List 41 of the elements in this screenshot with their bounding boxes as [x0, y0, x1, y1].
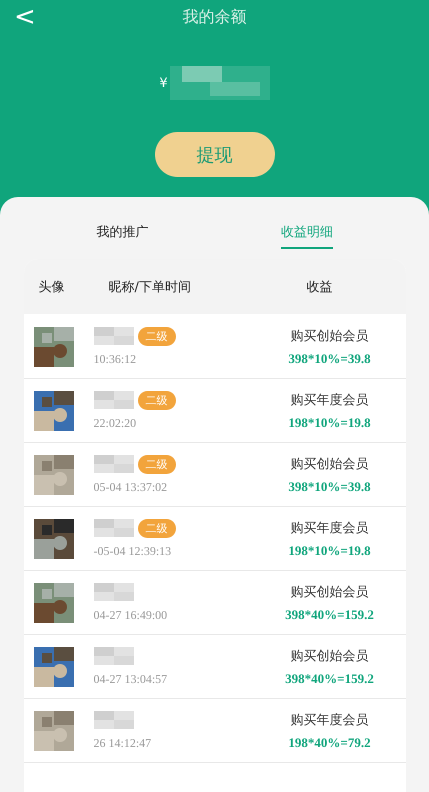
- earning-amount: 398*10%=39.8: [288, 350, 371, 366]
- pixelated-name: [94, 519, 134, 537]
- tab[interactable]: 收益明细: [280, 223, 333, 249]
- column-header: 昵称/下单时间: [108, 278, 192, 296]
- pixelated-name: [94, 583, 134, 601]
- purchase-type: 购买年度会员: [290, 392, 368, 408]
- order-time: 26 14:12:47: [94, 736, 152, 751]
- earning-amount: 398*10%=39.8: [288, 478, 371, 494]
- order-time: 10:36:12: [94, 352, 138, 367]
- purchase-type: 购买创始会员: [290, 456, 368, 472]
- order-time: 04-27 16:49:00: [94, 608, 168, 623]
- purchase-type: 购买年度会员: [290, 520, 368, 536]
- pixelated-name: [94, 647, 134, 665]
- currency-symbol: ¥: [159, 76, 168, 90]
- earning-amount: 198*40%=79.2: [288, 734, 371, 750]
- level-badge: 二级: [138, 518, 176, 538]
- level-badge: 二级: [138, 454, 176, 474]
- order-time: 05-04 13:37:02: [94, 480, 168, 495]
- back-button[interactable]: <: [10, 2, 40, 32]
- earning-amount: 398*40%=159.2: [285, 670, 374, 686]
- purchase-type: 购买创始会员: [290, 328, 368, 344]
- pixelated-name: [94, 391, 134, 409]
- tab[interactable]: 我的推广: [96, 223, 148, 249]
- pixelated-name: [94, 455, 134, 473]
- purchase-type: 购买创始会员: [290, 584, 368, 600]
- withdraw-button[interactable]: 提现: [154, 132, 274, 177]
- pixelated-name: [94, 327, 134, 345]
- column-header: 头像: [38, 278, 66, 296]
- purchase-type: 购买创始会员: [290, 648, 368, 664]
- level-badge: 二级: [138, 390, 176, 410]
- pixelated-name: [94, 711, 134, 729]
- level-badge: 二级: [138, 326, 176, 346]
- page-title: 我的余额: [182, 6, 246, 28]
- earning-amount: 198*10%=19.8: [288, 542, 371, 558]
- order-time: -05-04 12:39:13: [94, 544, 172, 559]
- order-time: 04-27 13:04:57: [94, 672, 168, 687]
- earning-amount: 398*40%=159.2: [285, 606, 374, 622]
- purchase-type: 购买年度会员: [290, 712, 368, 728]
- order-time: 22:02:20: [94, 416, 138, 431]
- earning-amount: 198*10%=19.8: [288, 414, 371, 430]
- column-header: 收益: [306, 278, 334, 296]
